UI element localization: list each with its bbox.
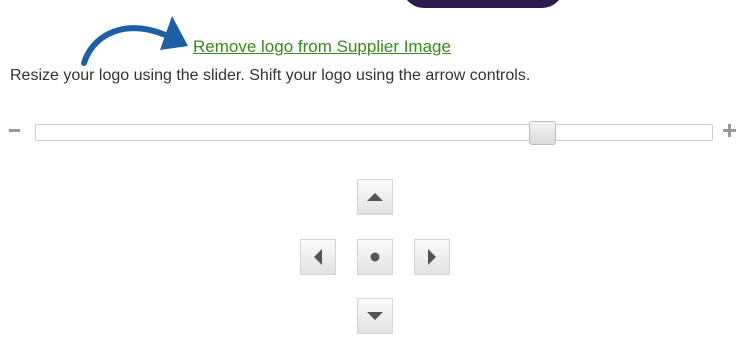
logo-size-slider[interactable] — [35, 121, 713, 145]
slider-handle[interactable] — [529, 121, 556, 145]
center-button[interactable] — [357, 239, 393, 275]
move-left-button[interactable] — [300, 239, 336, 275]
triangle-left-icon — [314, 249, 322, 265]
triangle-down-icon — [367, 312, 383, 320]
move-down-button[interactable] — [357, 298, 393, 334]
resize-instructions: Resize your logo using the slider. Shift… — [10, 67, 531, 84]
triangle-up-icon — [367, 193, 383, 201]
supplier-logo-image — [402, 0, 564, 8]
logo-editor-panel: Remove logo from Supplier Image Resize y… — [0, 0, 740, 343]
minus-icon[interactable] — [9, 129, 20, 132]
move-up-button[interactable] — [357, 179, 393, 215]
pointing-arrow-icon — [81, 16, 188, 66]
plus-icon[interactable] — [723, 124, 736, 137]
remove-logo-link[interactable]: Remove logo from Supplier Image — [193, 37, 451, 57]
triangle-right-icon — [428, 249, 436, 265]
center-dot-icon — [370, 252, 380, 262]
move-right-button[interactable] — [414, 239, 450, 275]
